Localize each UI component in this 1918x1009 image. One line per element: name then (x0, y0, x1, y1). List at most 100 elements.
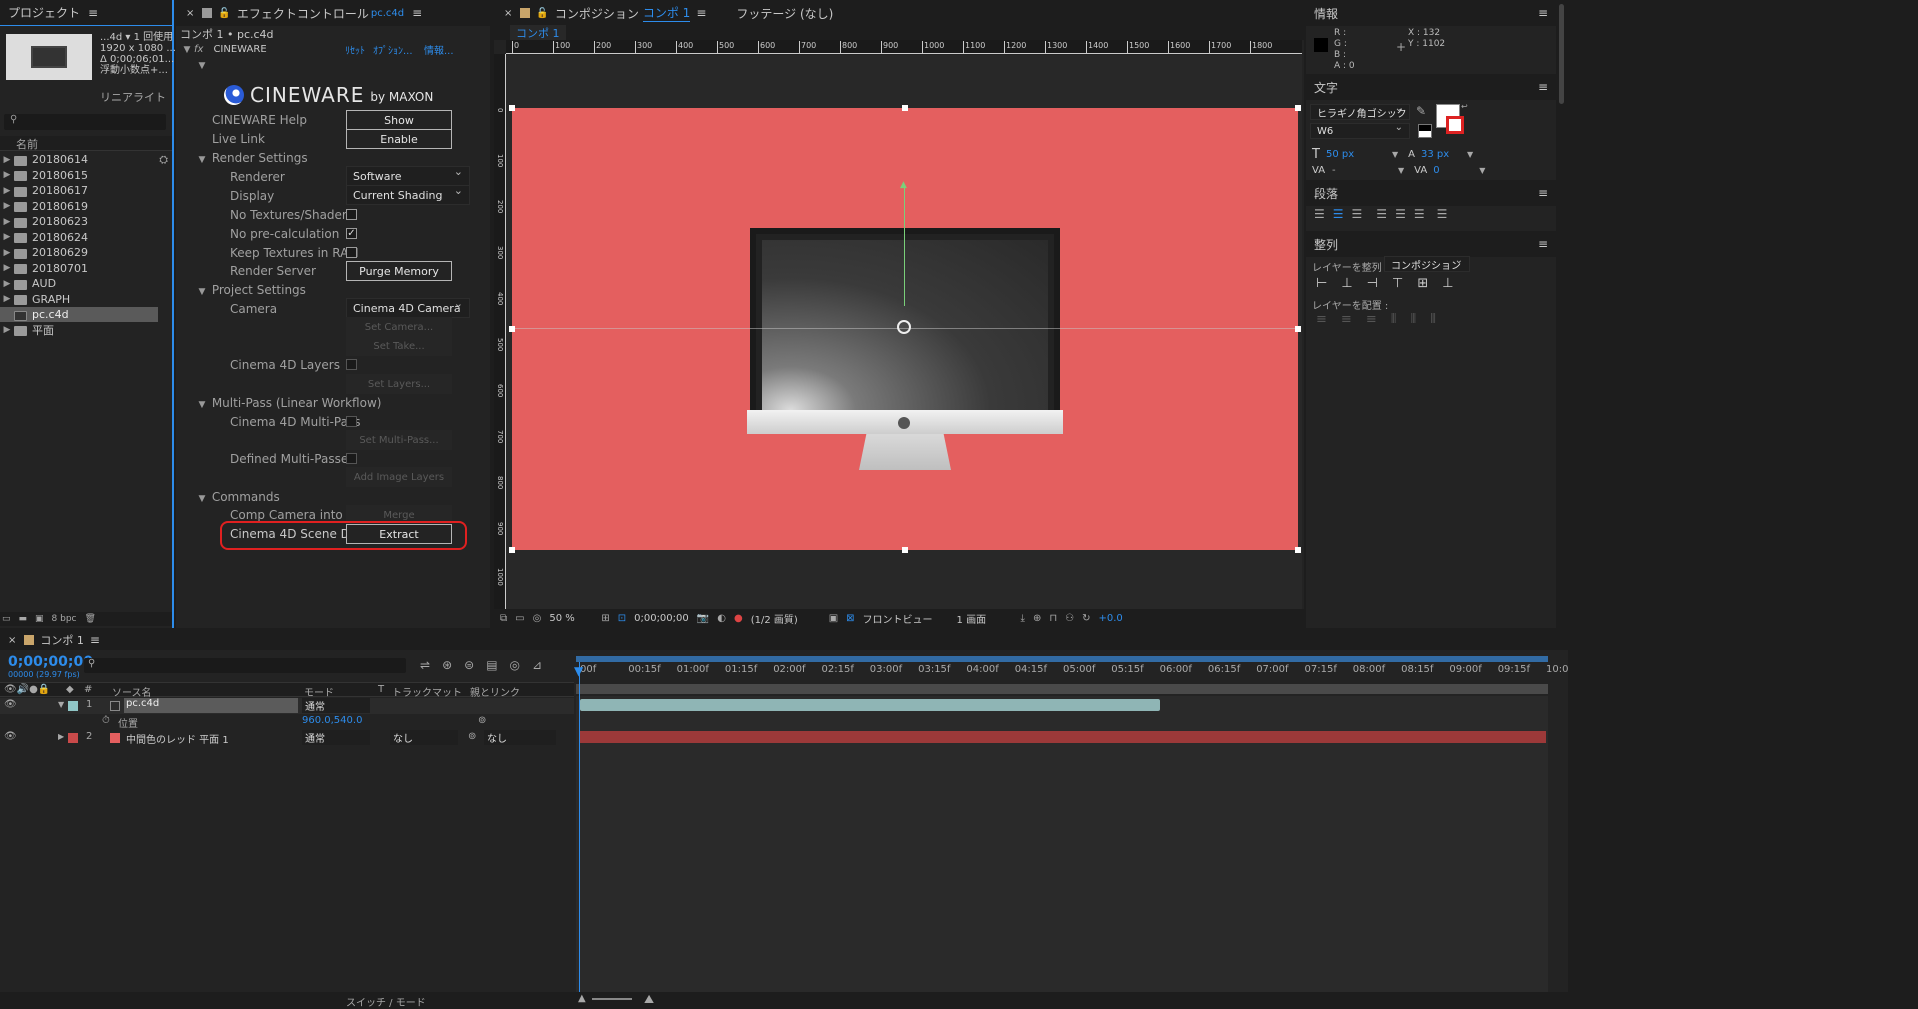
expand-triangle-icon[interactable]: ▼ (196, 494, 208, 504)
effect-title[interactable]: エフェクトコントロール (237, 5, 369, 22)
close-icon[interactable]: × (8, 635, 16, 646)
align-title[interactable]: 整列 (1314, 236, 1338, 253)
handle-ml[interactable] (509, 326, 515, 332)
align-left-icon[interactable]: ☰ (1314, 207, 1325, 221)
menu-icon[interactable]: ≡ (88, 6, 98, 20)
axis-y-line[interactable] (904, 186, 905, 306)
playhead-line[interactable] (579, 662, 580, 992)
stroke-color-swatch[interactable] (1446, 116, 1464, 134)
expand-triangle-icon[interactable]: ▶ (0, 201, 14, 211)
stopwatch-icon[interactable]: ⏱ (102, 715, 110, 726)
camera-dropdown[interactable]: Cinema 4D Camera (346, 298, 470, 318)
zoom-out-icon[interactable]: ▲ (578, 993, 586, 1004)
bpc-label[interactable]: 8 bpc (52, 614, 77, 624)
layer-row-2[interactable]: 👁 ▶ 2 中間色のレッド 平面 1 通常 なし ⊚ なし (0, 730, 574, 746)
position-value[interactable]: 960.0,540.0 (302, 715, 362, 726)
distribute-left-icon[interactable]: ⦀ (1391, 312, 1397, 327)
viewer-area[interactable]: ▲ (506, 55, 1302, 609)
comp-canvas[interactable]: ▲ (509, 105, 1301, 553)
display-dropdown[interactable]: Current Shading (346, 185, 470, 205)
col-t[interactable]: T (378, 684, 384, 695)
frame-blend-icon[interactable]: ▤ (486, 658, 497, 672)
layer-row-1[interactable]: 👁 ▼ 1 pc.c4d 通常 (0, 698, 574, 714)
reset-link[interactable]: ﾘｾｯﾄ (345, 42, 365, 57)
expand-triangle-icon[interactable]: ▶ (0, 263, 14, 273)
color-channel-icon[interactable]: ● (734, 613, 743, 624)
leading-value[interactable]: 33 px (1421, 149, 1461, 160)
align-center-icon[interactable]: ☰ (1333, 207, 1344, 221)
handle-tm[interactable] (902, 105, 908, 111)
align-right-icon[interactable]: ☰ (1352, 207, 1363, 221)
align-bottom-edges-icon[interactable]: ⊥ (1442, 276, 1453, 291)
kerning-value[interactable]: - (1332, 165, 1392, 176)
motion-blur-icon[interactable]: ◎ (510, 658, 520, 672)
c4d-layers-checkbox[interactable] (346, 359, 357, 370)
timeline-search-input[interactable]: ⚲ (84, 658, 406, 673)
enable-button[interactable]: Enable (346, 129, 452, 149)
view-dropdown[interactable]: フロントビュー (863, 611, 949, 626)
zoom-dropdown[interactable]: 50 % (549, 613, 593, 624)
transparency-grid-icon[interactable]: ⊠ (846, 613, 854, 624)
project-list-item[interactable]: pc.c4d (0, 307, 158, 322)
playhead-icon[interactable]: ▼ (574, 664, 583, 678)
handle-tl[interactable] (509, 105, 515, 111)
axis-y-arrow-icon[interactable]: ▲ (900, 180, 907, 190)
expand-triangle-icon[interactable]: ▼ (196, 400, 208, 410)
justify-all-icon[interactable]: ☰ (1437, 207, 1448, 221)
weight-dropdown[interactable]: W6 (1310, 123, 1410, 139)
default-colors-icon[interactable] (1418, 124, 1432, 138)
expand-triangle-icon[interactable]: ▶ (58, 732, 64, 741)
menu-icon[interactable]: ≡ (1538, 6, 1548, 20)
expand-triangle-icon[interactable]: ▶ (0, 170, 14, 180)
new-comp-icon[interactable]: ▣ (35, 614, 44, 624)
handle-bl[interactable] (509, 547, 515, 553)
toggle-pixel-icon[interactable]: ⤓ (1021, 613, 1025, 624)
timeline-icon[interactable]: ⊓ (1049, 613, 1057, 624)
distribute-h-center-icon[interactable]: ⦀ (1410, 312, 1416, 327)
layer-2-mode[interactable]: 通常 (302, 730, 370, 745)
align-right-edges-icon[interactable]: ⊣ (1367, 276, 1378, 291)
close-icon[interactable]: × (504, 8, 512, 19)
col-mode[interactable]: モード (304, 684, 334, 699)
project-settings-heading[interactable]: Project Settings (212, 283, 306, 297)
right-scrollbar[interactable] (1556, 0, 1568, 628)
no-precalc-checkbox[interactable]: ✓ (346, 228, 357, 239)
project-list-item[interactable]: ▶ 20180623 (0, 214, 172, 229)
monitor-icon[interactable]: ▭ (515, 613, 524, 624)
layer-1-mode[interactable]: 通常 (302, 698, 370, 713)
project-search-input[interactable]: ⚲ (4, 114, 166, 130)
timeline-tab[interactable]: コンポ 1 (40, 632, 84, 648)
zoom-in-icon[interactable]: ⛰ (644, 992, 654, 1007)
handle-tr[interactable] (1295, 105, 1301, 111)
project-list-item[interactable]: ▶ 20180617 (0, 183, 172, 198)
effect-title-file[interactable]: pc.c4d (371, 8, 404, 19)
visibility-icon[interactable]: 👁 (4, 731, 17, 742)
project-list-item[interactable]: ▶ AUD (0, 276, 172, 291)
menu-icon[interactable]: ≡ (1538, 80, 1548, 94)
quality-dropdown[interactable]: (1/2 画質) (751, 611, 821, 626)
menu-icon[interactable]: ≡ (1538, 237, 1548, 251)
eyedropper-icon[interactable]: ✎ (1416, 104, 1426, 118)
expand-triangle-icon[interactable]: ▼ (196, 155, 208, 165)
layer-1-bar[interactable] (580, 699, 1160, 711)
project-list-item[interactable]: ▶ 20180614 ⛭ (0, 152, 172, 167)
col-parent[interactable]: 親とリンク (470, 684, 520, 699)
text-title[interactable]: 文字 (1314, 79, 1338, 96)
set-layers-button[interactable]: Set Layers... (346, 374, 452, 394)
c4d-multipass-checkbox[interactable] (346, 416, 357, 427)
expand-triangle-icon[interactable]: ▶ (0, 232, 14, 242)
multipass-heading[interactable]: Multi-Pass (Linear Workflow) (212, 396, 382, 410)
distribute-top-icon[interactable]: ≡ (1316, 312, 1327, 327)
anchor-point-icon[interactable] (897, 320, 911, 334)
project-list-item[interactable]: ▶ 20180619 (0, 199, 172, 214)
font-dropdown[interactable]: ヒラギノ角ゴシック (1310, 104, 1410, 120)
preview-icon[interactable]: ⧉ (500, 613, 507, 624)
menu-icon[interactable]: ≡ (1538, 186, 1548, 200)
tracking-value[interactable]: 0 (1433, 165, 1473, 176)
font-size-value[interactable]: 50 px (1326, 149, 1386, 160)
folder-icon[interactable]: ▬ (19, 614, 28, 624)
layer-2-parent[interactable]: なし (484, 730, 556, 745)
project-list-item[interactable]: ▶ 20180624 (0, 230, 172, 245)
menu-icon[interactable]: ≡ (412, 6, 422, 20)
monitor-screen[interactable] (750, 228, 1060, 410)
